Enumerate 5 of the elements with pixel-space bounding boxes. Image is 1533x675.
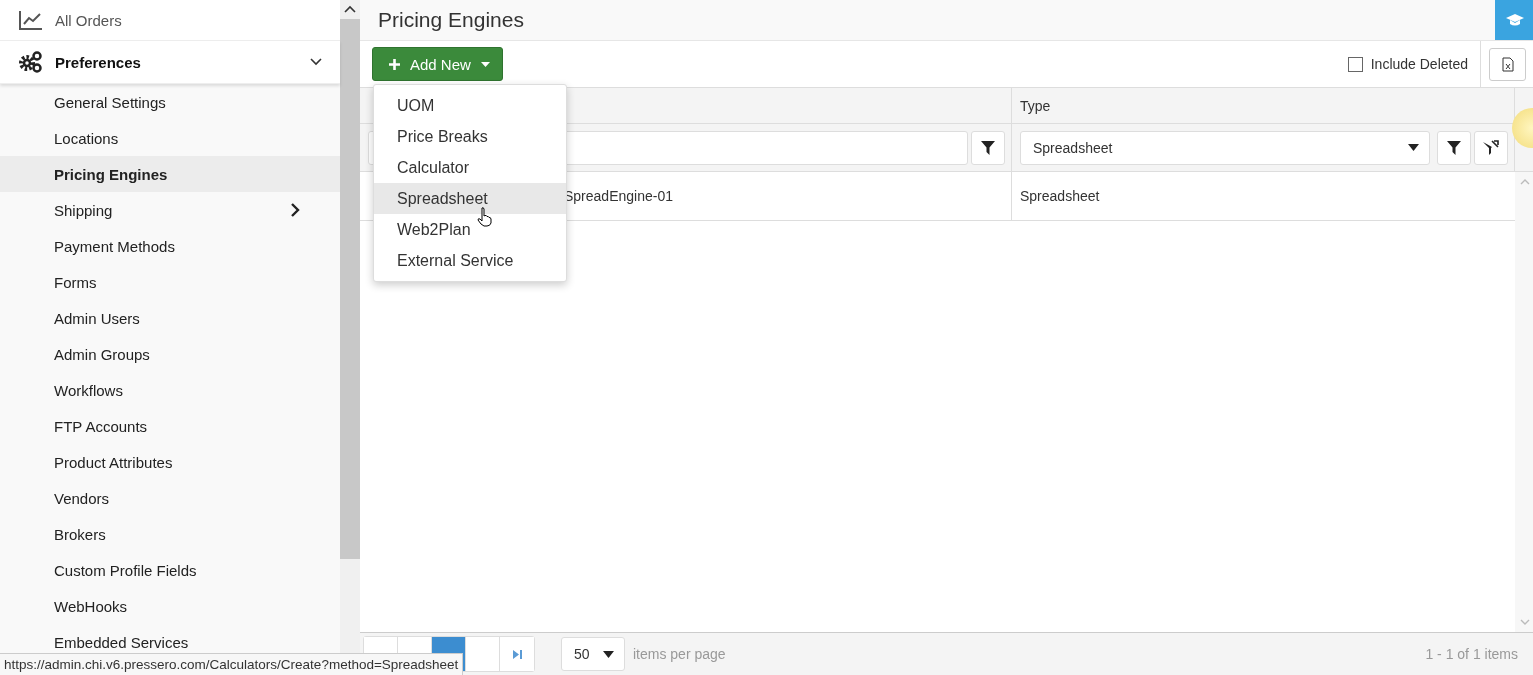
- status-url-tooltip: https://admin.chi.v6.pressero.com/Calculators/Create?method=Spreadsheet: [0, 653, 464, 675]
- items-per-page-label: items per page: [633, 646, 726, 662]
- pager-summary: 1 - 1 of 1 items: [1425, 646, 1518, 662]
- page-title: Pricing Engines: [378, 8, 525, 32]
- table-cell-text: Spreadsheet: [1019, 187, 1101, 206]
